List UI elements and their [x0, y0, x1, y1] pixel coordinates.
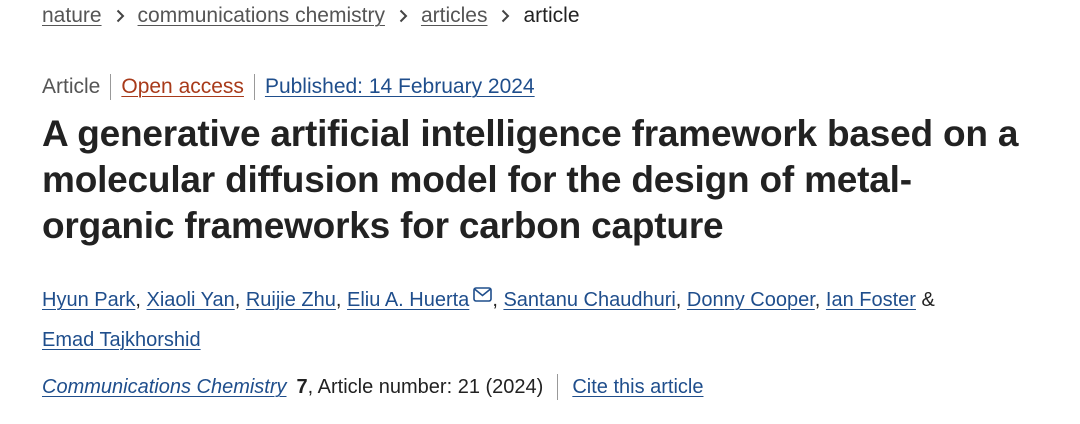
article-number: , Article number: 21 (2024) — [307, 376, 544, 398]
article-page: nature communications chemistry articles… — [0, 0, 1080, 424]
volume-number: 7 — [296, 376, 308, 398]
author-link[interactable]: Emad Tajkhorshid — [42, 329, 201, 351]
article-meta: Article Open access Published: 14 Februa… — [42, 73, 535, 101]
author-list: Hyun Park, Xiaoli Yan, Ruijie Zhu, Eliu … — [42, 276, 1042, 360]
journal-link[interactable]: Communications Chemistry — [42, 373, 287, 401]
article-title: A generative artificial intelligence fra… — [42, 113, 1019, 246]
author-link[interactable]: Xiaoli Yan — [147, 289, 235, 311]
author-separator: , — [234, 289, 241, 311]
published-date-link[interactable]: Published: 14 February 2024 — [265, 73, 535, 101]
chevron-right-icon — [399, 9, 408, 23]
author-separator: , — [675, 289, 682, 311]
breadcrumb-link-nature[interactable]: nature — [42, 2, 102, 30]
mail-icon[interactable] — [473, 276, 493, 316]
article-type: Article — [42, 75, 101, 98]
divider — [253, 74, 255, 100]
author-separator: , — [135, 289, 141, 311]
author-separator: , — [492, 289, 498, 311]
author-ampersand: & — [921, 289, 935, 311]
citation-line: Communications Chemistry 7 , Article num… — [42, 373, 703, 401]
breadcrumb: nature communications chemistry articles… — [42, 2, 580, 30]
chevron-right-icon — [501, 9, 510, 23]
author-link[interactable]: Eliu A. Huerta — [347, 289, 469, 311]
author-link[interactable]: Hyun Park — [42, 289, 135, 311]
author-separator: , — [335, 289, 342, 311]
breadcrumb-current: article — [523, 4, 580, 27]
breadcrumb-link-journal[interactable]: communications chemistry — [138, 2, 385, 30]
author-separator: , — [814, 289, 821, 311]
author-link[interactable]: Ian Foster — [826, 289, 916, 311]
divider — [557, 374, 559, 400]
author-link[interactable]: Donny Cooper — [687, 289, 815, 311]
cite-article-link[interactable]: Cite this article — [572, 373, 703, 401]
author-link[interactable]: Ruijie Zhu — [246, 289, 336, 311]
open-access-link[interactable]: Open access — [121, 73, 244, 101]
divider — [110, 74, 112, 100]
breadcrumb-link-articles[interactable]: articles — [421, 2, 488, 30]
author-link[interactable]: Santanu Chaudhuri — [503, 289, 675, 311]
chevron-right-icon — [116, 9, 125, 23]
